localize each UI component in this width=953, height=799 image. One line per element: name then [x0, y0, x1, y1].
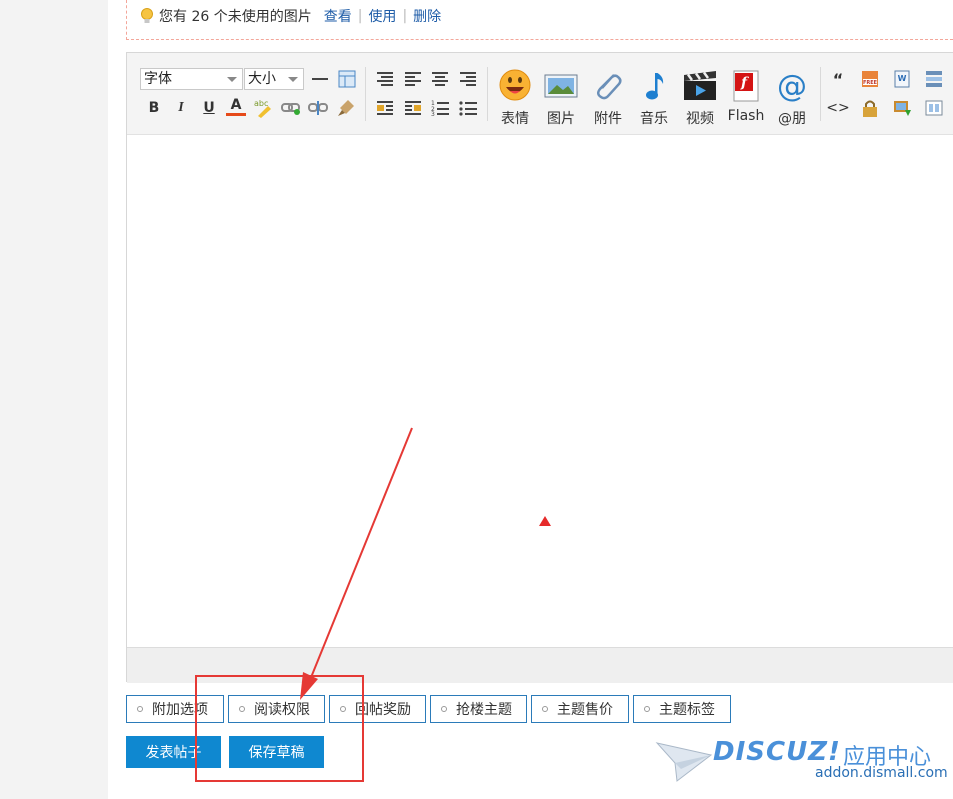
use-images-link[interactable]: 使用 — [368, 6, 396, 26]
hide-content-icon[interactable] — [860, 98, 880, 118]
unordered-list-icon[interactable] — [458, 98, 478, 118]
bullet-icon — [644, 706, 650, 712]
emoji-icon — [499, 69, 531, 101]
option-tab-floor-grab[interactable]: 抢楼主题 — [430, 695, 527, 723]
link-icon[interactable] — [281, 98, 301, 118]
discuz-watermark: DISCUZ! 应用中心 addon.dismall.com — [655, 735, 948, 795]
option-tab-tags[interactable]: 主题标签 — [633, 695, 731, 723]
flash-button[interactable]: f Flash — [726, 69, 766, 125]
attachment-icon — [597, 74, 622, 100]
view-images-link[interactable]: 查看 — [324, 6, 352, 26]
document-icon[interactable]: W — [892, 69, 912, 89]
music-label: 音乐 — [640, 111, 668, 127]
chevron-down-icon — [227, 77, 237, 82]
bold-icon[interactable]: B — [144, 98, 164, 118]
code-icon[interactable]: <> — [826, 98, 849, 118]
font-size-value: 大小 — [248, 71, 276, 87]
watermark-domain: addon.dismall.com — [815, 765, 948, 781]
chevron-down-icon — [288, 77, 298, 82]
lightbulb-icon — [141, 8, 153, 23]
separator: | — [357, 8, 363, 24]
video-button[interactable]: 视频 — [680, 69, 720, 127]
unused-images-notice: 您有 26 个未使用的图片 查看 | 使用 | 删除 — [126, 0, 953, 40]
align-center-icon[interactable] — [430, 69, 450, 89]
option-label: 主题标签 — [659, 702, 715, 718]
image-button[interactable]: 图片 — [541, 69, 581, 127]
video-label: 视频 — [686, 111, 714, 127]
svg-text:3: 3 — [431, 111, 435, 116]
mention-label: @朋 — [778, 111, 806, 127]
flash-icon: f — [733, 70, 759, 102]
emoji-label: 表情 — [501, 111, 529, 127]
left-gutter — [0, 0, 108, 799]
horizontal-rule-icon[interactable] — [310, 69, 330, 89]
mention-button[interactable]: @ @朋 — [772, 69, 812, 127]
align-justify-icon[interactable] — [375, 69, 395, 89]
svg-text:W: W — [898, 74, 907, 83]
columns-icon[interactable] — [924, 98, 944, 118]
attachment-label: 附件 — [594, 111, 622, 127]
music-icon — [646, 73, 664, 100]
flash-label: Flash — [727, 108, 765, 124]
emoji-button[interactable]: 表情 — [495, 69, 535, 127]
image-icon — [544, 74, 578, 98]
highlight-icon[interactable]: abc — [254, 98, 274, 118]
image-label: 图片 — [547, 111, 575, 127]
text-color-icon[interactable]: A — [226, 96, 246, 116]
float-left-icon[interactable] — [375, 98, 395, 118]
table-icon[interactable] — [337, 69, 357, 89]
svg-text:abc: abc — [254, 99, 268, 108]
notice-text: 您有 26 个未使用的图片 — [159, 9, 312, 25]
page-break-icon[interactable] — [924, 69, 944, 89]
option-tab-price[interactable]: 主题售价 — [531, 695, 629, 723]
music-button[interactable]: 音乐 — [634, 69, 674, 127]
option-label: 抢楼主题 — [456, 702, 512, 718]
font-family-value: 字体 — [144, 71, 172, 87]
annotation-highlight-box — [195, 675, 364, 782]
clear-format-icon[interactable] — [336, 98, 356, 118]
italic-icon[interactable]: I — [171, 98, 191, 118]
ordered-list-icon[interactable]: 123 — [430, 98, 450, 118]
bullet-icon — [137, 706, 143, 712]
delete-images-link[interactable]: 删除 — [413, 6, 441, 26]
font-size-select[interactable]: 大小 — [244, 68, 304, 90]
editor-content-area[interactable] — [127, 135, 953, 647]
toolbar-divider — [487, 67, 488, 121]
toolbar-divider — [820, 67, 821, 121]
video-icon — [684, 71, 716, 100]
underline-icon[interactable]: U — [199, 98, 219, 118]
option-label: 主题售价 — [557, 702, 613, 718]
font-family-select[interactable]: 字体 — [140, 68, 243, 90]
unlink-icon[interactable] — [308, 98, 328, 118]
attachment-button[interactable]: 附件 — [588, 69, 628, 127]
triangle-marker-icon — [539, 516, 551, 526]
bullet-icon — [441, 706, 447, 712]
float-right-icon[interactable] — [403, 98, 423, 118]
svg-text:FREE: FREE — [863, 80, 878, 86]
separator: | — [402, 8, 408, 24]
quote-icon[interactable]: “ — [828, 69, 848, 89]
editor-toolbar: 字体 大小 B I U A abc 123 表情 图片 附件 音乐 视频 f F… — [127, 53, 953, 135]
bullet-icon — [542, 706, 548, 712]
svg-text:@: @ — [777, 69, 807, 103]
paper-plane-icon — [655, 742, 713, 782]
align-right-icon[interactable] — [458, 69, 478, 89]
align-left-icon[interactable] — [403, 69, 423, 89]
watermark-brand: DISCUZ! — [713, 737, 841, 767]
toolbar-divider — [365, 67, 366, 121]
download-image-icon[interactable] — [892, 98, 912, 118]
free-tag-icon[interactable]: FREE — [860, 69, 880, 89]
at-icon: @ — [777, 69, 807, 104]
post-editor: 字体 大小 B I U A abc 123 表情 图片 附件 音乐 视频 f F… — [126, 52, 953, 683]
